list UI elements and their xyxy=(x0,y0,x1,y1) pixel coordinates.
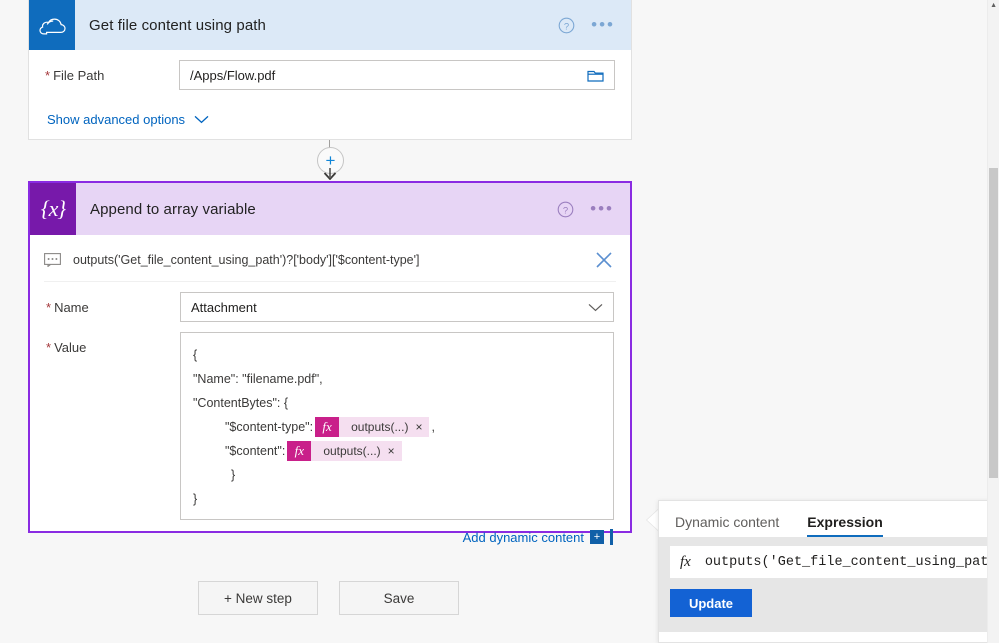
page-scrollbar[interactable]: ▲ xyxy=(987,0,999,643)
ellipsis-icon[interactable]: ••• xyxy=(590,200,614,217)
variable-name-select[interactable]: Attachment xyxy=(180,292,614,322)
chevron-down-icon xyxy=(588,303,603,312)
required-indicator: * xyxy=(46,300,52,315)
file-path-value: /Apps/Flow.pdf xyxy=(190,67,276,83)
expression-input[interactable]: fx outputs('Get_file_content_using_path xyxy=(670,546,999,578)
json-line-content: "$content": fx outputs(...) × xyxy=(193,439,601,463)
step-connector: + xyxy=(300,140,358,181)
card-title: Append to array variable xyxy=(90,200,256,218)
scrollbar-thumb[interactable] xyxy=(989,168,998,478)
add-dynamic-content-caret xyxy=(610,529,613,545)
variable-value-editor[interactable]: { "Name": "filename.pdf", "ContentBytes"… xyxy=(180,332,614,520)
new-step-button[interactable]: + New step xyxy=(198,581,318,615)
expression-token-content[interactable]: fx outputs(...) × xyxy=(287,439,402,463)
tab-expression[interactable]: Expression xyxy=(807,514,884,537)
expression-token-content-type[interactable]: fx outputs(...) × xyxy=(315,415,430,439)
comment-icon xyxy=(44,253,61,267)
expression-token-label: outputs(...) xyxy=(351,420,409,434)
flyout-tabs: Dynamic content Expression xyxy=(659,501,999,537)
card-body: * File Path /Apps/Flow.pdf Show advanced … xyxy=(29,60,631,127)
card-header[interactable]: {x} Append to array variable ? ••• xyxy=(30,183,630,235)
flow-action-buttons: + New step Save xyxy=(198,581,459,615)
add-dynamic-content-label: Add dynamic content xyxy=(462,529,584,545)
close-icon[interactable] xyxy=(594,250,616,270)
fx-icon: fx xyxy=(315,417,340,437)
remove-token-icon[interactable]: × xyxy=(415,415,429,439)
expression-input-value: outputs('Get_file_content_using_path xyxy=(704,554,997,570)
fx-icon: fx xyxy=(680,553,691,570)
json-line: "Name": "filename.pdf", xyxy=(193,372,323,386)
variable-braces-icon: {x} xyxy=(30,183,76,235)
save-button[interactable]: Save xyxy=(339,581,459,615)
expression-token-label: outputs(...) xyxy=(323,444,381,458)
json-line-content-type: "$content-type": fx outputs(...) × , xyxy=(193,415,601,439)
ellipsis-icon[interactable]: ••• xyxy=(591,16,615,33)
folder-picker-icon[interactable] xyxy=(587,68,604,83)
add-dynamic-content-icon: + xyxy=(590,530,604,544)
field-label-value: * Value xyxy=(46,340,87,355)
card-header[interactable]: Get file content using path ? ••• xyxy=(29,0,631,50)
file-path-input[interactable]: /Apps/Flow.pdf xyxy=(179,60,615,90)
scroll-up-icon[interactable]: ▲ xyxy=(990,2,997,9)
field-row-name: * Name Attachment xyxy=(46,292,614,322)
dynamic-content-flyout: Dynamic content Expression fx outputs('G… xyxy=(658,500,999,643)
flow-designer-canvas: Get file content using path ? ••• * File … xyxy=(0,0,999,643)
expression-preview-bar: outputs('Get_file_content_using_path')?[… xyxy=(44,239,616,282)
variable-glyph: {x} xyxy=(40,196,66,221)
svg-text:?: ? xyxy=(563,205,568,216)
show-advanced-options-toggle[interactable]: Show advanced options xyxy=(45,112,615,127)
onedrive-cloud-icon xyxy=(29,0,75,50)
required-indicator: * xyxy=(46,340,52,355)
flyout-body: fx outputs('Get_file_content_using_path … xyxy=(659,537,999,632)
card-body: * Name Attachment * Value {"Name": "fil… xyxy=(30,292,630,545)
field-label-name: * Name xyxy=(46,300,89,315)
json-comma: , xyxy=(431,420,435,434)
tab-dynamic-content[interactable]: Dynamic content xyxy=(675,514,779,537)
chevron-down-icon xyxy=(194,112,209,127)
help-circle-icon[interactable]: ? xyxy=(558,17,575,34)
fx-icon: fx xyxy=(287,441,312,461)
card-header-actions: ? ••• xyxy=(557,200,630,218)
json-line: } xyxy=(231,468,236,482)
expression-preview-text: outputs('Get_file_content_using_path')?[… xyxy=(73,253,420,267)
json-line: "ContentBytes": { xyxy=(193,396,289,410)
card-header-actions: ? ••• xyxy=(558,16,631,34)
show-advanced-options-label: Show advanced options xyxy=(47,112,186,127)
action-card-append-to-array-variable[interactable]: {x} Append to array variable ? ••• outpu… xyxy=(28,181,632,545)
remove-token-icon[interactable]: × xyxy=(388,439,402,463)
field-row-file-path: * File Path /Apps/Flow.pdf xyxy=(45,60,615,90)
svg-text:?: ? xyxy=(564,21,569,32)
card-title: Get file content using path xyxy=(89,16,266,34)
json-line: } xyxy=(193,492,198,506)
variable-name-value: Attachment xyxy=(191,299,257,315)
field-label-file-path: * File Path xyxy=(45,68,105,83)
json-key: "$content": xyxy=(225,444,286,458)
update-button[interactable]: Update xyxy=(670,589,752,617)
json-key: "$content-type": xyxy=(225,420,314,434)
json-line: { xyxy=(193,348,198,362)
help-circle-icon[interactable]: ? xyxy=(557,201,574,218)
action-card-get-file-content[interactable]: Get file content using path ? ••• * File … xyxy=(28,0,632,140)
field-row-value: * Value { "Name": "filename.pdf", "Conten… xyxy=(46,332,614,520)
add-dynamic-content-link[interactable]: Add dynamic content + xyxy=(46,529,614,545)
required-indicator: * xyxy=(45,68,51,83)
